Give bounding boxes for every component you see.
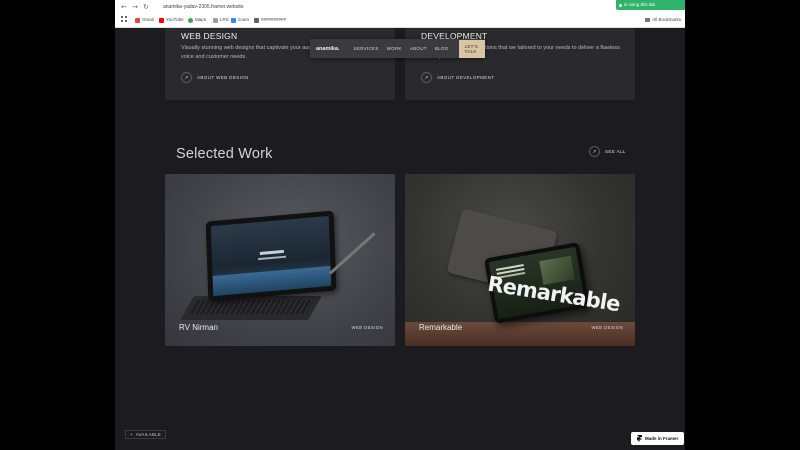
service-title: WEB DESIGN <box>181 31 238 41</box>
back-icon[interactable]: ← <box>121 2 127 12</box>
youtube-icon <box>159 17 164 23</box>
stylus-mockup <box>328 232 376 275</box>
arrow-up-right-icon: ↗ <box>181 72 192 83</box>
maps-icon <box>188 17 193 23</box>
work-title: Remarkable <box>419 323 463 332</box>
bookmark-lrs[interactable]: LRS <box>213 16 229 24</box>
url-bar[interactable]: anamika-yadav-2305.framer.website <box>163 3 244 11</box>
nav-blog[interactable]: BLOG <box>435 46 449 51</box>
work-tag: WEB DESIGN <box>591 325 623 330</box>
screen-share-banner: is using this tab <box>616 0 685 10</box>
bookmark-zoom[interactable]: zoom <box>231 16 249 24</box>
bookmark-folder[interactable]: ########## <box>254 16 286 24</box>
about-development-link[interactable]: ↗ ABOUT DEVELOPMENT <box>421 72 494 83</box>
folder-icon <box>213 17 218 23</box>
bookmark-youtube[interactable]: YouTube <box>159 16 184 24</box>
arrow-up-right-icon: ↗ <box>589 146 600 157</box>
about-web-design-link[interactable]: ↗ ABOUT WEB DESIGN <box>181 72 249 83</box>
made-in-framer-badge[interactable]: Made in Framer <box>631 432 685 445</box>
folder-icon <box>645 18 651 22</box>
lets-talk-button[interactable]: LET'S TALK <box>458 39 485 58</box>
section-title: Selected Work <box>176 146 273 162</box>
framer-logo-icon <box>637 435 642 442</box>
zoom-icon <box>231 17 236 23</box>
forward-icon[interactable]: → <box>132 2 138 12</box>
address-row: ← → ↻ anamika-yadav-2305.framer.website <box>115 1 685 14</box>
site-logo[interactable]: anamika. <box>316 46 340 52</box>
reload-icon[interactable]: ↻ <box>143 2 149 12</box>
plus-icon: + <box>130 432 133 437</box>
work-card-rv-nirman[interactable]: RV Nirman WEB DESIGN <box>165 174 395 346</box>
tablet-mockup <box>205 210 337 302</box>
available-badge[interactable]: + AVAILABLE <box>125 430 167 439</box>
nav-about[interactable]: ABOUT <box>410 46 427 51</box>
arrow-up-right-icon: ↗ <box>421 72 432 83</box>
gmail-icon <box>135 17 140 23</box>
browser-chrome: ← → ↻ anamika-yadav-2305.framer.website … <box>115 0 685 28</box>
folder-icon <box>254 17 259 23</box>
bookmark-gmail[interactable]: Gmail <box>135 16 154 24</box>
nav-services[interactable]: SERVICES <box>354 46 379 51</box>
bookmarks-bar: Gmail YouTube Maps LRS zoom ########## A… <box>115 15 685 26</box>
nav-work[interactable]: WORK <box>387 46 402 51</box>
apps-grid-icon[interactable] <box>121 16 127 22</box>
see-all-link[interactable]: ↗ SEE ALL <box>589 146 626 157</box>
work-card-remarkable[interactable]: Remarkable Remarkable WEB DESIGN <box>405 174 635 346</box>
work-tag: WEB DESIGN <box>351 325 383 330</box>
tablet-screen <box>210 215 332 297</box>
work-title: RV Nirman <box>179 323 218 332</box>
site-navbar: anamika. SERVICES WORK ABOUT BLOG LET'S … <box>310 39 485 58</box>
browser-viewport: ← → ↻ anamika-yadav-2305.framer.website … <box>115 0 685 450</box>
bookmark-maps[interactable]: Maps <box>188 16 206 24</box>
all-bookmarks[interactable]: All Bookmarks <box>645 16 681 24</box>
keyboard-mockup <box>180 296 322 320</box>
